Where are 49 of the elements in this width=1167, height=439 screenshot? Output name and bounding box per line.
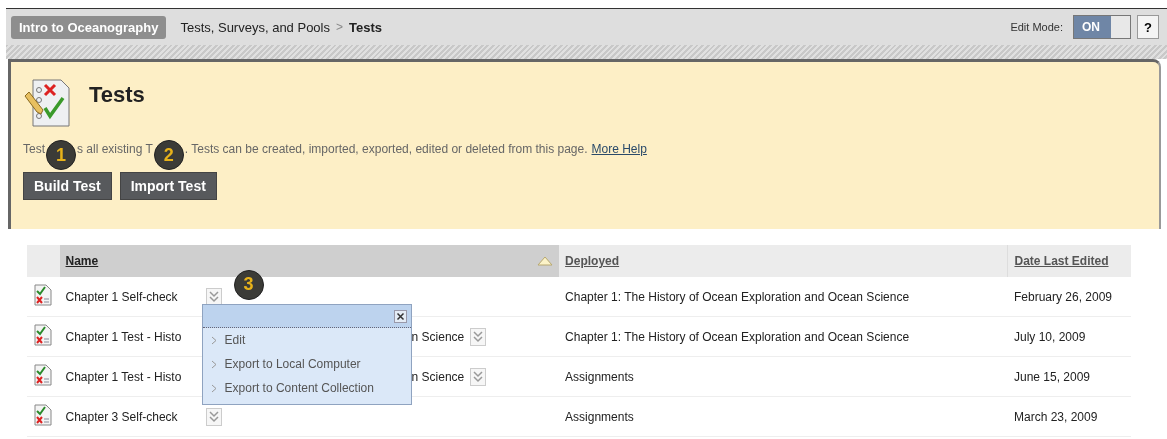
options-chevron-button[interactable] — [205, 407, 222, 426]
table-cell: Assignments — [559, 396, 1008, 437]
column-header[interactable]: Deployed — [559, 245, 1008, 277]
table-cell: Chapter 1: The History of Ocean Exploration and Ocean Science — [559, 316, 1008, 357]
test-name[interactable]: Chapter 1 Test - Histo — [65, 329, 200, 344]
description-text: . Tests can be created, imported, exported, edited or deleted from this page. — [184, 142, 588, 156]
close-icon[interactable] — [393, 309, 407, 323]
test-name[interactable]: Chapter 1 Test - Histo — [65, 369, 200, 384]
breadcrumb-link[interactable]: Tests, Surveys, and Pools — [180, 19, 330, 35]
help-button[interactable]: ? — [1137, 15, 1159, 39]
callout-badge: 1 — [46, 140, 76, 170]
test-file-icon — [34, 364, 53, 386]
chevron-icon — [210, 359, 217, 369]
description-text: Test — [23, 142, 45, 156]
menu-item-label[interactable]: Edit — [224, 333, 246, 347]
column-header[interactable]: Name — [59, 245, 560, 277]
sort-arrow-icon[interactable] — [537, 256, 554, 266]
options-chevron-button[interactable] — [205, 287, 222, 306]
test-file-icon — [34, 324, 53, 346]
table-cell: June 15, 2009 — [1007, 356, 1131, 397]
column-header[interactable]: Date Last Edited — [1007, 245, 1131, 277]
table-cell: March 23, 2009 — [1007, 396, 1131, 437]
page-title: Tests — [89, 82, 145, 108]
action-button[interactable]: Build Test — [23, 172, 112, 200]
breadcrumb-current: Tests — [349, 19, 382, 35]
table-cell: Assignments — [559, 356, 1008, 397]
more-help-link[interactable]: More Help — [591, 142, 647, 156]
edit-mode-toggle[interactable]: ON — [1073, 15, 1131, 39]
chevron-icon — [210, 335, 217, 345]
test-file-icon — [34, 284, 53, 306]
callout-badge: 2 — [153, 140, 184, 170]
test-icon — [23, 76, 73, 130]
test-name[interactable]: Chapter 3 Self-check — [65, 409, 200, 424]
edit-mode-label: Edit Mode: — [1010, 21, 1063, 33]
description-text: s all existing T — [77, 142, 153, 156]
options-chevron-button[interactable] — [470, 327, 487, 346]
table-cell: July 10, 2009 — [1007, 316, 1131, 357]
chevron-icon — [210, 383, 217, 393]
table-cell: Chapter 1: The History of Ocean Exploration and Ocean Science — [559, 277, 1008, 317]
test-name[interactable]: n Science — [411, 369, 465, 384]
test-name[interactable]: Chapter 1 Self-check — [65, 289, 200, 304]
table-cell: February 26, 2009 — [1007, 277, 1131, 317]
options-chevron-button[interactable] — [470, 367, 487, 386]
action-button[interactable]: Import Test — [119, 172, 217, 200]
menu-item-label[interactable]: Export to Local Computer — [224, 357, 361, 371]
menu-item-label[interactable]: Export to Content Collection — [224, 381, 374, 395]
test-file-icon — [34, 404, 53, 426]
test-name[interactable]: n Science — [411, 329, 465, 344]
breadcrumb-separator: > — [336, 20, 343, 34]
